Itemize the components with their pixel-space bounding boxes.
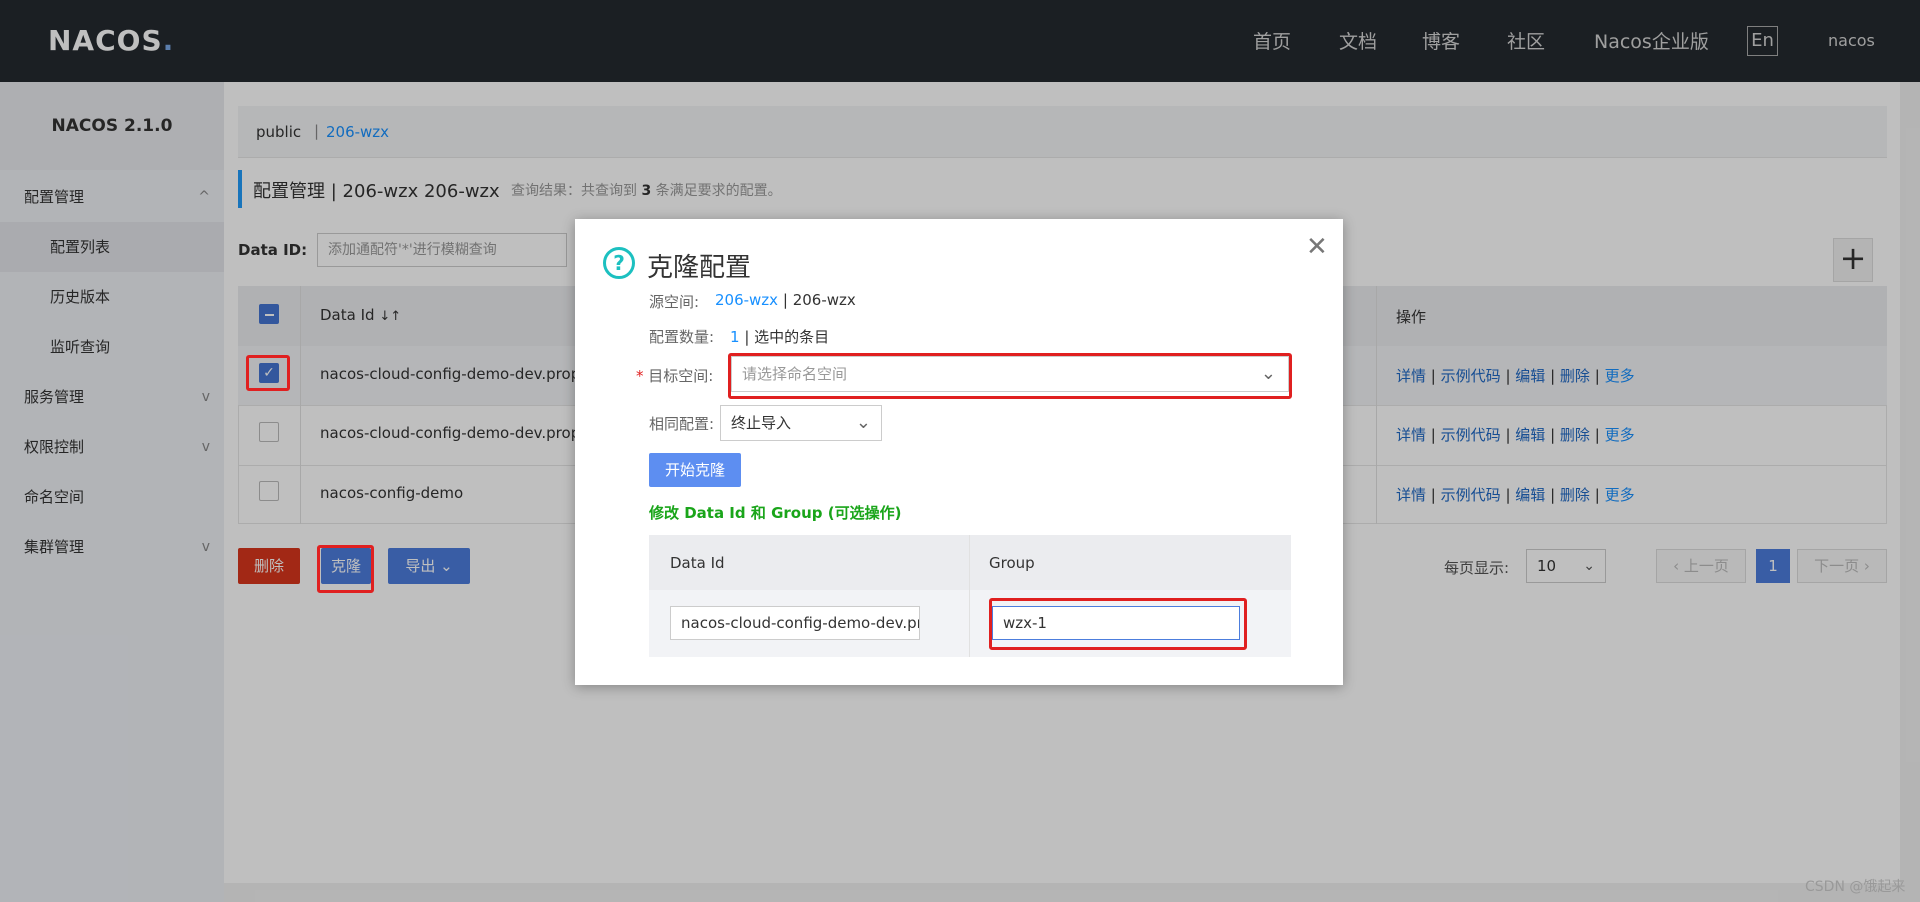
watermark: CSDN @饿起来 (1805, 879, 1906, 895)
same-config-value: 终止导入 (731, 414, 792, 432)
highlight-target-namespace (728, 353, 1292, 399)
highlight-row-checkbox (246, 355, 290, 391)
highlight-clone-button (317, 545, 374, 593)
target-label: * 目标空间: (636, 365, 713, 386)
chevron-down-icon: ⌄ (855, 412, 871, 433)
count-number: 1 (730, 328, 740, 346)
required-mark: * (636, 367, 644, 385)
count-text: 选中的条目 (754, 328, 830, 346)
col-divider (969, 535, 970, 657)
modify-section-label: 修改 Data Id 和 Group (可选操作) (649, 504, 902, 522)
source-name: 206-wzx (792, 291, 856, 309)
same-config-select[interactable]: 终止导入 ⌄ (720, 405, 882, 441)
count-label: 配置数量: (649, 328, 715, 346)
highlight-group-input (989, 598, 1247, 650)
source-ns: 206-wzx (715, 291, 779, 309)
dialog-title: 克隆配置 (647, 253, 752, 283)
target-label-text: 目标空间: (648, 367, 714, 385)
count-sep: | (744, 328, 750, 346)
source-sep: | (782, 291, 788, 309)
start-clone-button[interactable]: 开始克隆 (649, 453, 741, 487)
same-config-label: 相同配置: (649, 415, 715, 433)
close-icon[interactable]: ✕ (1306, 232, 1328, 262)
clone-items-header (649, 535, 1291, 590)
source-value: 206-wzx | 206-wzx (715, 291, 856, 309)
source-label: 源空间: (649, 293, 700, 311)
clone-col-data-id: Data Id (670, 554, 725, 572)
count-value: 1 | 选中的条目 (730, 326, 829, 347)
clone-col-group: Group (989, 554, 1035, 572)
question-icon: ? (603, 247, 635, 279)
clone-data-id-input[interactable]: nacos-cloud-config-demo-dev.properties (670, 606, 920, 640)
